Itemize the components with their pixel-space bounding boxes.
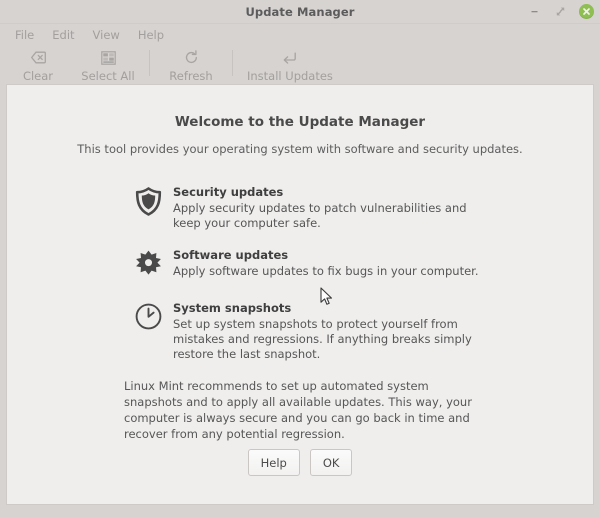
clear-button-label: Clear: [22, 69, 54, 83]
select-all-grid-icon: [100, 49, 116, 66]
dialog-button-row: Help OK: [7, 449, 593, 476]
feature-title: System snapshots: [173, 301, 292, 315]
install-updates-button[interactable]: Install Updates: [239, 48, 341, 83]
gear-icon: [131, 247, 165, 284]
page-subtitle: This tool provides your operating system…: [77, 142, 523, 156]
toolbar-separator-2: [232, 50, 233, 76]
help-button[interactable]: Help: [247, 449, 300, 476]
menu-item-edit[interactable]: Edit: [43, 26, 83, 44]
minimize-icon[interactable]: [527, 4, 542, 19]
menu-item-file[interactable]: File: [6, 26, 43, 44]
toolbar: Clear Select All Refresh Install Updates: [0, 45, 600, 86]
shield-icon: [131, 184, 165, 221]
install-updates-button-label: Install Updates: [247, 69, 333, 83]
refresh-button-label: Refresh: [169, 69, 213, 83]
feature-security-updates: Security updates Apply security updates …: [131, 184, 571, 231]
welcome-panel: Welcome to the Update Manager This tool …: [6, 84, 594, 505]
select-all-button-label: Select All: [81, 69, 135, 83]
title-bar: Update Manager: [0, 0, 600, 24]
menu-item-help[interactable]: Help: [129, 26, 173, 44]
toolbar-separator-1: [149, 50, 150, 76]
feature-software-updates: Software updates Apply software updates …: [131, 247, 571, 284]
refresh-circular-arrow-icon: [184, 49, 199, 66]
feature-description: Apply software updates to fix bugs in yo…: [173, 264, 479, 278]
clock-icon: [131, 300, 165, 337]
select-all-button[interactable]: Select All: [73, 48, 143, 83]
update-manager-window: Update Manager File Edit View Help Clear…: [0, 0, 600, 517]
window-controls: [527, 0, 594, 23]
feature-list: Security updates Apply security updates …: [7, 184, 593, 362]
feature-system-snapshots: System snapshots Set up system snapshots…: [131, 300, 571, 362]
feature-description: Apply security updates to patch vulnerab…: [173, 201, 467, 230]
menu-item-view[interactable]: View: [84, 26, 129, 44]
refresh-button[interactable]: Refresh: [156, 48, 226, 83]
maximize-icon[interactable]: [553, 4, 568, 19]
recommendation-note: Linux Mint recommends to set up automate…: [124, 379, 472, 441]
ok-button[interactable]: OK: [309, 449, 353, 476]
clear-button[interactable]: Clear: [3, 48, 73, 83]
feature-title: Software updates: [173, 248, 289, 262]
close-icon[interactable]: [579, 4, 594, 19]
feature-text: Software updates Apply software updates …: [165, 247, 479, 279]
feature-title: Security updates: [173, 185, 284, 199]
window-title: Update Manager: [245, 4, 355, 19]
feature-description: Set up system snapshots to protect yours…: [173, 317, 472, 361]
install-updates-return-arrow-icon: [282, 49, 297, 66]
feature-text: System snapshots Set up system snapshots…: [165, 300, 483, 362]
menu-bar: File Edit View Help: [0, 24, 600, 45]
page-title: Welcome to the Update Manager: [174, 114, 426, 130]
feature-text: Security updates Apply security updates …: [165, 184, 483, 231]
clear-backspace-icon: [30, 49, 46, 66]
